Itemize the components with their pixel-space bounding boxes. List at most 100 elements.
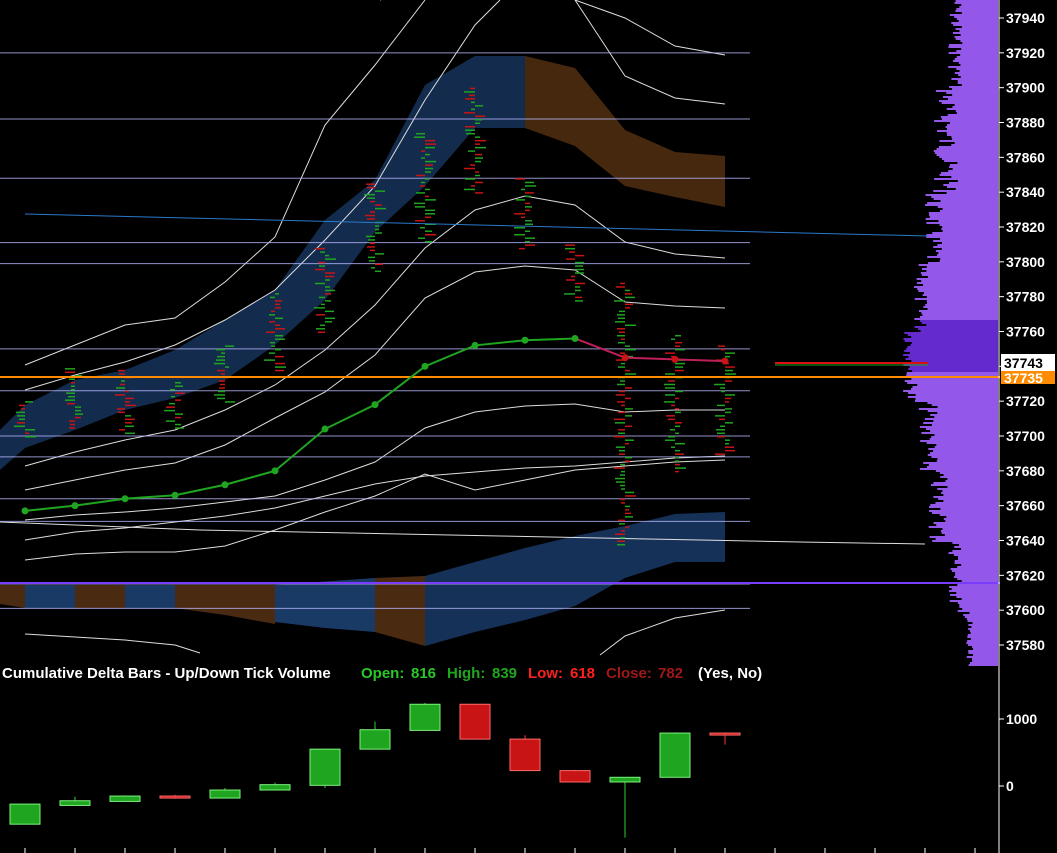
legend-params: (Yes, No) [698, 665, 762, 682]
tick-dash [325, 300, 331, 302]
tick-dash [564, 293, 575, 295]
profile-bar [954, 546, 998, 548]
tick-dash [216, 359, 225, 361]
delta-candle [459, 703, 491, 740]
profile-bar [925, 204, 998, 206]
tick-dash [119, 429, 125, 431]
profile-bar [957, 162, 998, 164]
tick-dash [575, 268, 584, 271]
profile-bar [920, 320, 998, 322]
profile-bar [957, 82, 998, 84]
chart-canvas: 37940 37920 37900 37880 37860 37840 37820 37800… [0, 0, 1057, 853]
profile-bar [969, 630, 998, 632]
profile-bar [959, 606, 998, 608]
tick-dash [25, 432, 29, 435]
tick-dash [665, 394, 675, 396]
tick-dash [719, 418, 725, 421]
tick-dash [625, 303, 633, 306]
tick-dash [671, 338, 675, 340]
profile-bar [933, 482, 998, 484]
tick-dash [525, 223, 533, 226]
profile-bar [941, 532, 998, 534]
delta-panel-title: Cumulative Delta Bars - Up/Down Tick Vol… [2, 665, 331, 682]
profile-bar [956, 68, 998, 70]
profile-bar [955, 572, 998, 574]
tick-dash [618, 411, 625, 414]
profile-bar [927, 308, 998, 310]
profile-bar [933, 150, 998, 152]
tick-dash [65, 399, 75, 401]
tick-dash [665, 373, 675, 375]
profile-bar [940, 530, 998, 532]
profile-bar [954, 142, 998, 144]
profile-bar [949, 122, 998, 124]
tick-dash [25, 401, 33, 403]
tick-dash [625, 415, 632, 417]
tick-dash [271, 310, 275, 313]
profile-bar [972, 660, 998, 662]
current-price-marker: 37735 [1001, 370, 1055, 386]
tick-dash [619, 523, 625, 525]
profile-bar [936, 524, 998, 526]
tick-dash [367, 197, 375, 199]
profile-bar [943, 500, 998, 502]
profile-bar [951, 78, 998, 80]
tick-dash [675, 362, 685, 365]
profile-bar [947, 486, 998, 488]
tick-dash [416, 192, 425, 194]
tick-dash [725, 373, 736, 375]
tick-dash [125, 390, 129, 393]
price-axis-label: 37660 [1006, 498, 1045, 514]
profile-bar [943, 474, 998, 476]
profile-bar [926, 296, 998, 298]
price-axis-label: 37600 [1006, 602, 1045, 618]
profile-bar [924, 418, 998, 420]
tick-dash [470, 87, 475, 90]
tick-dash [625, 369, 630, 372]
profile-bar [916, 282, 998, 284]
profile-bar [939, 156, 998, 158]
tick-dash [364, 193, 375, 196]
profile-bar [931, 404, 998, 406]
tick-dash [325, 310, 334, 313]
profile-bar [955, 0, 998, 2]
profile-bar [959, 6, 998, 8]
tick-dash [14, 425, 25, 428]
tick-dash [717, 432, 725, 435]
profile-bar [927, 402, 998, 404]
profile-bar [907, 334, 998, 336]
tick-dash [675, 366, 683, 368]
price-axis-label: 37820 [1006, 219, 1045, 235]
tick-dash [218, 390, 225, 393]
profile-bar [928, 526, 998, 528]
ma-point [421, 362, 429, 370]
profile-bar [908, 368, 998, 370]
profile-bar [961, 564, 998, 566]
tick-dash [475, 153, 482, 156]
tick-dash [617, 328, 625, 330]
tick-dash [621, 502, 625, 504]
profile-bar [942, 226, 998, 228]
tick-dash [125, 425, 134, 428]
profile-bar [919, 468, 998, 470]
delta-candle [159, 795, 191, 799]
tick-dash [514, 233, 525, 236]
price-axis-label: 37580 [1006, 637, 1045, 653]
profile-bar [909, 366, 998, 368]
profile-bar [929, 536, 998, 538]
tick-dash [621, 470, 625, 473]
tick-dash [368, 256, 375, 259]
profile-bar [939, 260, 998, 262]
profile-bar [908, 356, 998, 358]
profile-bar [926, 442, 998, 444]
delta-candle [409, 703, 441, 731]
tick-dash [621, 362, 625, 365]
tick-dash [675, 411, 681, 414]
tick-dash [575, 286, 580, 288]
profile-bar [943, 518, 998, 520]
ma-point [621, 354, 629, 362]
tick-dash [625, 456, 632, 459]
tick-dash [620, 484, 625, 487]
tick-dash [614, 467, 625, 469]
tick-dash [217, 397, 225, 400]
